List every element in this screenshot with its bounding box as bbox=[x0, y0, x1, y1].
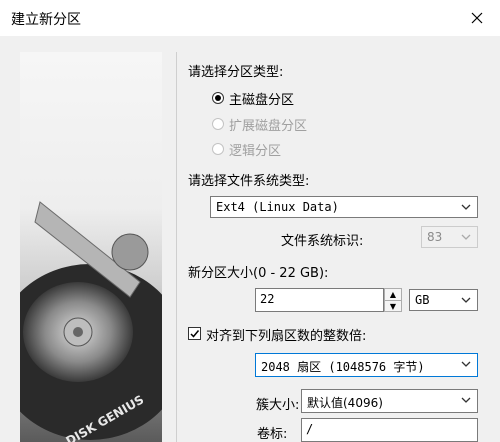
radio-logical[interactable] bbox=[212, 143, 224, 155]
filesystem-id-value: 83 bbox=[427, 230, 443, 244]
spin-down-icon[interactable]: ▼ bbox=[385, 301, 401, 312]
chevron-down-icon bbox=[461, 361, 471, 367]
align-label: 对齐到下列扇区数的整数倍: bbox=[206, 329, 367, 344]
cluster-label: 簇大小: bbox=[256, 398, 300, 413]
volume-value: / bbox=[306, 422, 314, 436]
align-value: 2048 扇区 (1048576 字节) bbox=[261, 360, 425, 374]
size-label: 新分区大小(0 - 22 GB): bbox=[188, 266, 329, 281]
filesystem-value: Ext4 (Linux Data) bbox=[216, 200, 339, 214]
divider bbox=[176, 52, 177, 442]
filesystem-id-select[interactable]: 83 bbox=[421, 226, 478, 248]
chevron-down-icon bbox=[461, 297, 471, 303]
size-input[interactable]: 22 bbox=[255, 288, 384, 312]
size-unit-value: GB bbox=[415, 293, 430, 307]
partition-type-label: 请选择分区类型: bbox=[188, 65, 284, 80]
hard-disk-illustration: DISK GENIUS bbox=[20, 201, 162, 442]
cluster-select[interactable]: 默认值(4096) bbox=[301, 389, 478, 413]
chevron-down-icon bbox=[461, 204, 471, 210]
filesystem-select[interactable]: Ext4 (Linux Data) bbox=[210, 196, 478, 218]
close-button[interactable] bbox=[454, 0, 500, 36]
radio-extended-label: 扩展磁盘分区 bbox=[229, 119, 308, 134]
radio-primary[interactable] bbox=[212, 92, 224, 104]
radio-primary-label: 主磁盘分区 bbox=[229, 93, 295, 108]
filesystem-id-label: 文件系统标识: bbox=[281, 234, 364, 249]
volume-input[interactable]: / bbox=[301, 418, 478, 442]
size-unit-select[interactable]: GB bbox=[409, 289, 478, 311]
close-icon bbox=[471, 12, 483, 24]
radio-dot bbox=[215, 95, 221, 101]
checkmark-icon bbox=[190, 330, 200, 338]
cluster-value: 默认值(4096) bbox=[307, 396, 383, 410]
filesystem-type-label: 请选择文件系统类型: bbox=[188, 174, 310, 189]
size-value: 22 bbox=[260, 292, 275, 306]
size-stepper[interactable]: ▲ ▼ bbox=[384, 288, 402, 312]
spin-up-icon[interactable]: ▲ bbox=[385, 289, 401, 301]
radio-extended[interactable] bbox=[212, 118, 224, 130]
align-checkbox[interactable] bbox=[188, 327, 201, 340]
window-title: 建立新分区 bbox=[11, 12, 81, 28]
align-select[interactable]: 2048 扇区 (1048576 字节) bbox=[255, 353, 478, 377]
title-bar: 建立新分区 bbox=[0, 0, 500, 36]
chevron-down-icon bbox=[461, 397, 471, 403]
disk-image: DISK GENIUS bbox=[20, 52, 162, 442]
volume-label: 卷标: bbox=[257, 427, 288, 442]
chevron-down-icon bbox=[461, 234, 471, 240]
radio-logical-label: 逻辑分区 bbox=[229, 144, 282, 159]
